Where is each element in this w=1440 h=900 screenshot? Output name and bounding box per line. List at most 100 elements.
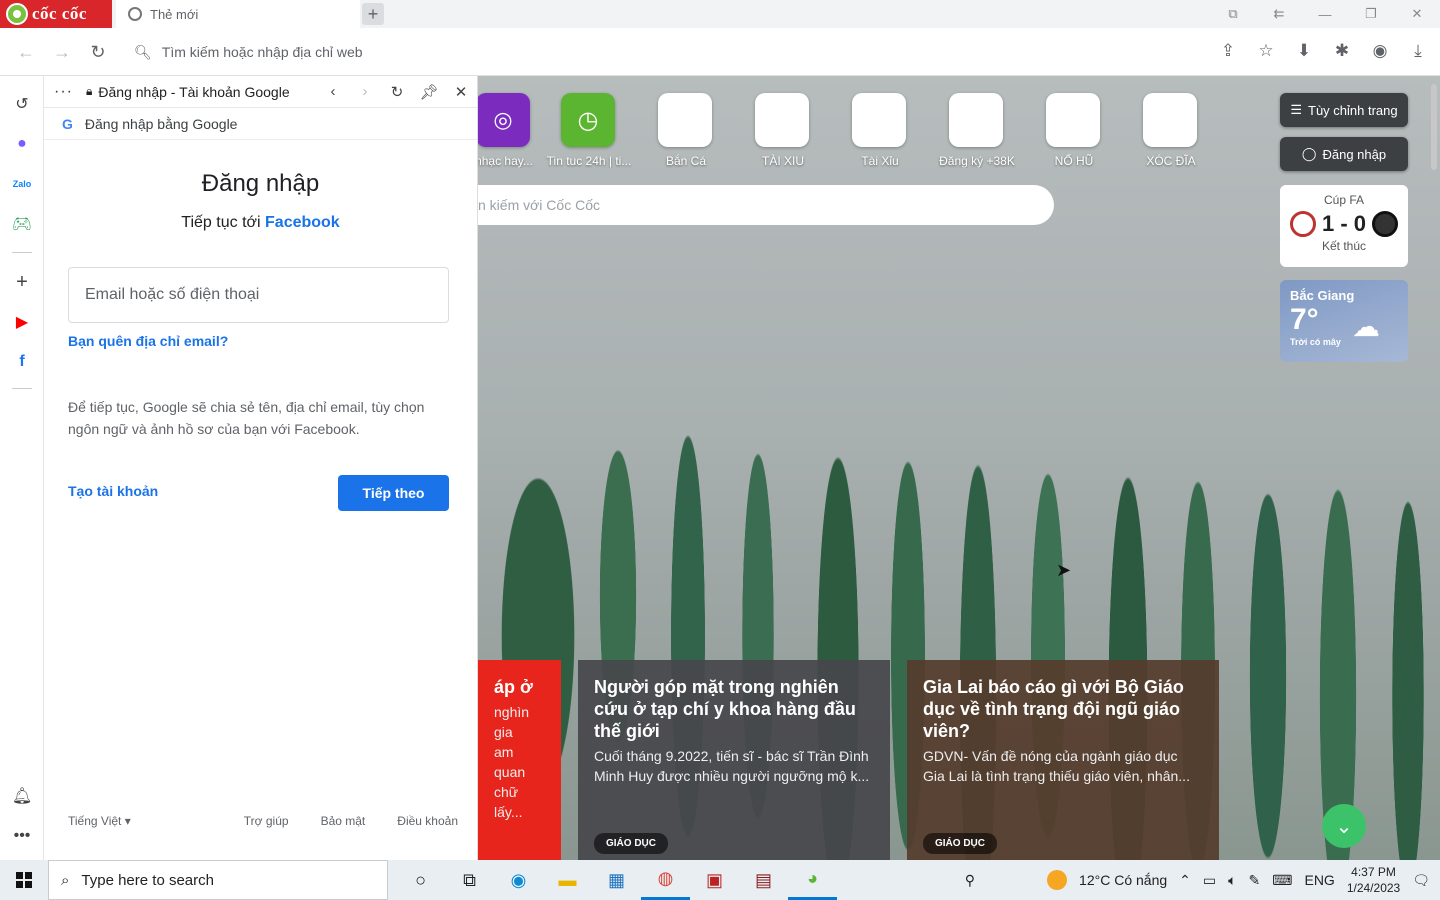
brand-menu-button[interactable]: cốc cốc [0, 0, 112, 28]
login-button[interactable]: ◯ Đăng nhập [1280, 137, 1408, 171]
shortcut-tile[interactable]: ◷ Tin tuc 24h | ti... [547, 93, 631, 168]
weather-text[interactable]: 12°C Có nắng [1079, 872, 1167, 888]
shortcut-tile[interactable]: TÀI XIU [755, 93, 811, 168]
address-bar[interactable]: 🔍︎ Tìm kiếm hoặc nhập địa chỉ web [124, 34, 1196, 70]
continue-target-link[interactable]: Facebook [265, 214, 340, 231]
panel-forward-icon[interactable]: › [349, 83, 381, 100]
panel-reload-icon[interactable]: ↻ [381, 83, 413, 101]
browser-toolbar: ← → ↻ 🔍︎ Tìm kiếm hoặc nhập địa chỉ web … [0, 28, 1440, 76]
bell-icon[interactable]: 🔔︎ [10, 784, 34, 808]
clock[interactable]: 4:37 PM 1/24/2023 [1347, 864, 1400, 896]
tab-new-tab[interactable]: Thẻ mới [116, 0, 360, 28]
score-result: 1 - 0 [1321, 211, 1367, 236]
coccoc-taskbar-icon[interactable]: ◕ [788, 860, 837, 900]
help-link[interactable]: Trợ giúp [244, 814, 289, 828]
facebook-icon[interactable]: f [10, 350, 34, 374]
create-account-link[interactable]: Tạo tài khoản [68, 483, 158, 499]
sidebar-rail: ↺ ● Zalo 🎮︎ + ▶ f 🔔︎ ••• [0, 76, 44, 860]
history-icon[interactable]: ↺ [10, 92, 34, 116]
profile-icon[interactable]: ◉ [1368, 38, 1392, 64]
chrome-icon[interactable]: ◍ [641, 860, 690, 900]
news-category-badge: GIÁO DỤC [923, 833, 997, 854]
chevron-up-icon[interactable]: ⌃ [1179, 872, 1191, 889]
messenger-icon[interactable]: ● [10, 132, 34, 156]
download-icon[interactable]: ⤓ [1406, 38, 1430, 64]
coccoc-logo-icon [6, 3, 28, 25]
terms-link[interactable]: Điều khoản [397, 814, 458, 828]
panel-pin-icon[interactable]: 📌︎ [413, 83, 445, 101]
shortcut-tile[interactable]: NỔ HŨ [1046, 93, 1102, 168]
share-icon[interactable]: ⇪ [1216, 38, 1240, 64]
next-button[interactable]: Tiếp theo [338, 475, 449, 511]
shortcut-label: Bắn Cá [665, 154, 707, 168]
scrollbar[interactable] [1428, 76, 1440, 860]
reload-icon[interactable]: ↻ [86, 40, 110, 64]
news-card[interactable]: Người góp mặt trong nghiên cứu ở tạp chí… [578, 660, 890, 860]
email-field[interactable]: Email hoặc số điện thoại [68, 267, 449, 323]
shortcut-tile[interactable]: ◎ nhạc hay... [478, 93, 533, 168]
download-box-icon[interactable]: ⬇ [1292, 38, 1316, 64]
panel-menu-icon[interactable]: ··· [54, 83, 74, 101]
extensions-icon[interactable]: ✱ [1330, 38, 1354, 64]
mouse-cursor-icon: ➤ [1056, 560, 1072, 580]
window-controls: ⧉ ⇇ — ❐ ✕ [1210, 0, 1440, 28]
scroll-down-button[interactable]: ⌄ [1322, 804, 1366, 848]
more-icon[interactable]: ••• [10, 824, 34, 848]
shortcut-tile[interactable]: Đăng ký +38K [939, 93, 1015, 168]
music-icon: ◎ [478, 93, 530, 147]
people-icon[interactable]: ⚲ [965, 872, 975, 889]
back-sync-icon[interactable]: ⇇ [1256, 0, 1302, 28]
keyboard-icon[interactable]: ⌨ [1272, 872, 1292, 889]
taskbar-search-input[interactable]: ⌕ Type here to search [48, 860, 388, 900]
back-arrow-icon[interactable]: ← [14, 40, 38, 64]
shortcut-label: Tài Xỉu [861, 154, 899, 168]
customize-label: Tùy chỉnh trang [1308, 102, 1398, 118]
privacy-link[interactable]: Bảo mật [321, 814, 366, 828]
task-view-icon[interactable]: ⧉ [445, 860, 494, 900]
add-icon[interactable]: + [10, 270, 34, 294]
panel-close-icon[interactable]: ✕ [445, 83, 477, 101]
notification-icon[interactable]: 🗨︎ [1412, 872, 1430, 889]
network-icon[interactable]: ▭ [1203, 872, 1216, 889]
forgot-email-link[interactable]: Bạn quên địa chỉ email? [68, 333, 228, 349]
cortana-icon[interactable]: ○ [396, 860, 445, 900]
news-title: Gia Lai báo cáo gì với Bộ Giáo dục về tì… [923, 677, 1184, 741]
close-window-button[interactable]: ✕ [1394, 0, 1440, 28]
new-tab-button[interactable]: + [362, 3, 384, 25]
volume-muted-icon[interactable]: 🔈︎ [1228, 872, 1236, 889]
news-card[interactable]: áp ở nghìn gia am quan chữ lấy... [478, 660, 561, 860]
star-icon[interactable]: ☆ [1254, 38, 1278, 64]
pen-icon[interactable]: ✎ [1249, 872, 1261, 889]
news-summary: nghìn gia am quan chữ lấy... [494, 704, 530, 820]
language-label: Tiếng Việt [68, 814, 122, 828]
language-select[interactable]: Tiếng Việt ▾ [68, 814, 212, 828]
start-button[interactable] [0, 860, 48, 900]
broken-image-icon [658, 93, 712, 147]
edge-icon[interactable]: ◉ [494, 860, 543, 900]
youtube-icon[interactable]: ▶ [10, 310, 34, 334]
panel-back-icon[interactable]: ‹ [317, 83, 349, 100]
shortcut-tile[interactable]: XÓC ĐĨA [1143, 93, 1199, 168]
forward-arrow-icon[interactable]: → [50, 40, 74, 64]
file-explorer-icon[interactable]: ▬ [543, 860, 592, 900]
cast-icon[interactable]: ⧉ [1210, 0, 1256, 28]
winrar-icon[interactable]: ▤ [739, 860, 788, 900]
news-card[interactable]: Gia Lai báo cáo gì với Bộ Giáo dục về tì… [907, 660, 1219, 860]
restore-button[interactable]: ❐ [1348, 0, 1394, 28]
shortcut-label: Đăng ký +38K [939, 154, 1015, 168]
broken-image-icon [1143, 93, 1197, 147]
scrollbar-thumb[interactable] [1431, 84, 1437, 170]
game-controller-icon[interactable]: 🎮︎ [10, 212, 34, 236]
app-icon[interactable]: ▣ [690, 860, 739, 900]
minimize-button[interactable]: — [1302, 0, 1348, 28]
store-icon[interactable]: ▦ [592, 860, 641, 900]
score-widget[interactable]: Cúp FA 1 - 0 Kết thúc [1280, 185, 1408, 267]
windows-taskbar: ⌕ Type here to search ○ ⧉ ◉ ▬ ▦ ◍ ▣ ▤ ◕ … [0, 860, 1440, 900]
zalo-icon[interactable]: Zalo [10, 172, 34, 196]
coccoc-search-input[interactable]: n kiếm với Cốc Cốc [478, 185, 1054, 225]
customize-page-button[interactable]: ☰ Tùy chỉnh trang [1280, 93, 1408, 127]
shortcut-tile[interactable]: Bắn Cá [658, 93, 714, 168]
language-indicator[interactable]: ENG [1304, 872, 1334, 888]
weather-widget[interactable]: Bắc Giang 7° Trời có mây ☁ [1280, 280, 1408, 362]
shortcut-tile[interactable]: Tài Xỉu [852, 93, 908, 168]
